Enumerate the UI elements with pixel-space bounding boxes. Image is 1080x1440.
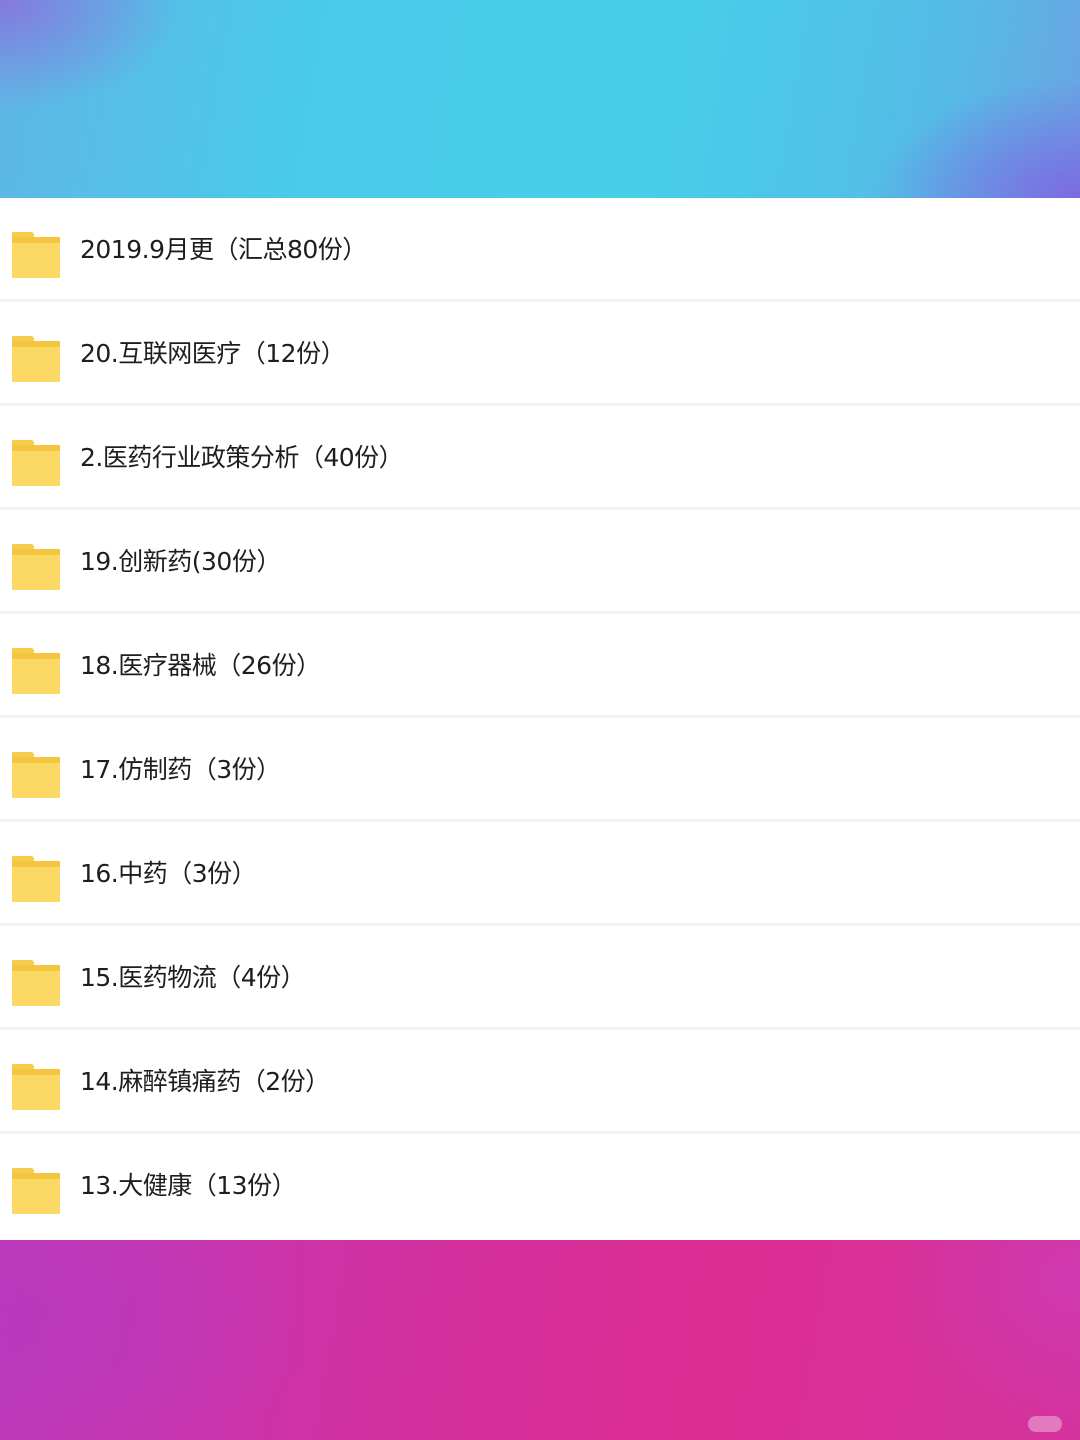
folder-row[interactable]: 17.仿制药（3份） [0, 718, 1080, 822]
folder-row[interactable]: 2019.9月更（汇总80份） [0, 198, 1080, 302]
folder-icon [12, 1064, 60, 1110]
folder-icon [12, 232, 60, 278]
folder-name: 15.医药物流（4份） [80, 963, 306, 992]
folder-name: 2019.9月更（汇总80份） [80, 235, 367, 264]
folder-row[interactable]: 13.大健康（13份） [0, 1134, 1080, 1238]
folder-icon [12, 336, 60, 382]
folder-icon [12, 544, 60, 590]
file-list: 2019.9月更（汇总80份） 20.互联网医疗（12份） 2.医药行业政策分析… [0, 198, 1080, 1240]
folder-name: 14.麻醉镇痛药（2份） [80, 1067, 330, 1096]
folder-name: 18.医疗器械（26份） [80, 651, 321, 680]
folder-icon [12, 752, 60, 798]
folder-name: 19.创新药(30份） [80, 547, 281, 576]
folder-icon [12, 440, 60, 486]
folder-row[interactable]: 14.麻醉镇痛药（2份） [0, 1030, 1080, 1134]
folder-row[interactable]: 19.创新药(30份） [0, 510, 1080, 614]
folder-icon [12, 856, 60, 902]
folder-row[interactable]: 2.医药行业政策分析（40份） [0, 406, 1080, 510]
folder-name: 17.仿制药（3份） [80, 755, 281, 784]
folder-row[interactable]: 18.医疗器械（26份） [0, 614, 1080, 718]
bottom-banner [0, 1240, 1080, 1440]
folder-name: 16.中药（3份） [80, 859, 257, 888]
folder-row[interactable]: 20.互联网医疗（12份） [0, 302, 1080, 406]
folder-icon [12, 648, 60, 694]
folder-row[interactable]: 16.中药（3份） [0, 822, 1080, 926]
folder-name: 2.医药行业政策分析（40份） [80, 443, 404, 472]
top-banner [0, 0, 1080, 198]
folder-name: 20.互联网医疗（12份） [80, 339, 346, 368]
watermark [1028, 1416, 1062, 1432]
folder-icon [12, 960, 60, 1006]
folder-icon [12, 1168, 60, 1214]
folder-row[interactable]: 15.医药物流（4份） [0, 926, 1080, 1030]
folder-name: 13.大健康（13份） [80, 1171, 297, 1200]
